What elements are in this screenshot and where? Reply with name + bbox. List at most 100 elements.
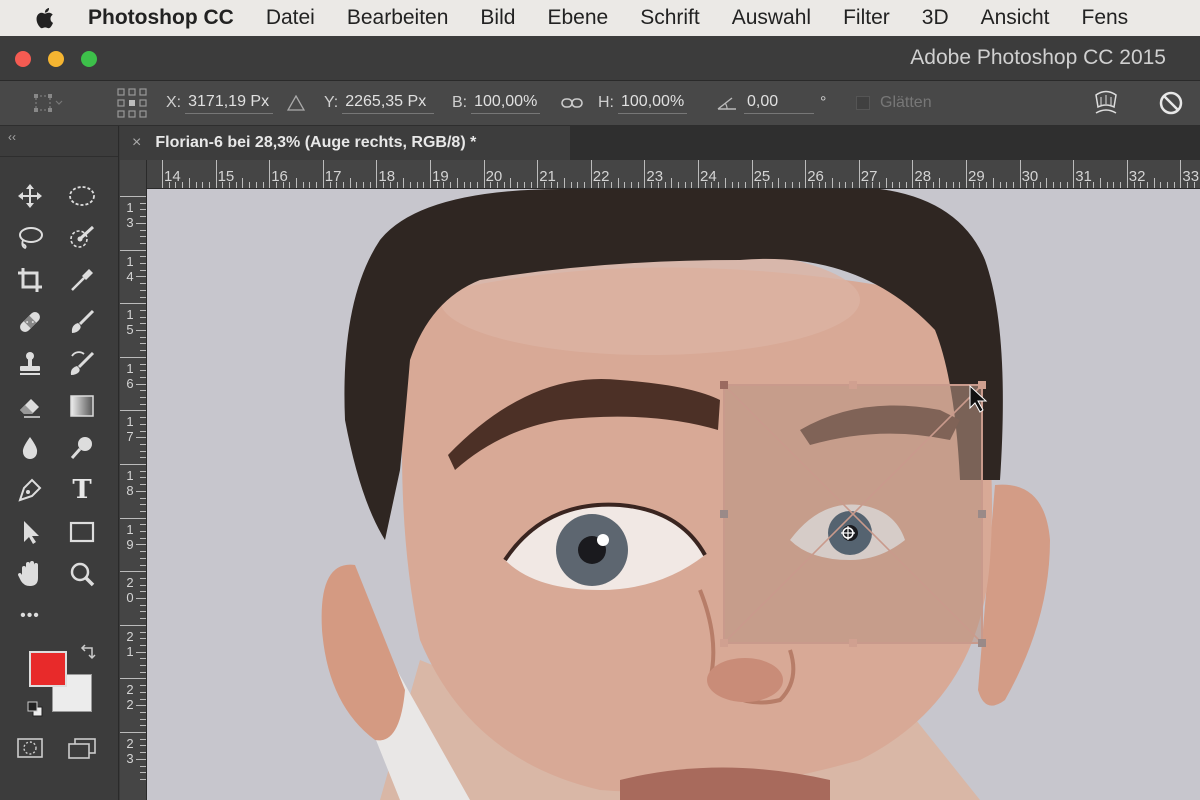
ruler-tick xyxy=(872,182,874,188)
menu-3d[interactable]: 3D xyxy=(922,6,949,30)
hand-icon[interactable] xyxy=(12,556,48,592)
apple-logo-icon[interactable] xyxy=(32,5,58,31)
clone-stamp-icon[interactable] xyxy=(12,346,48,382)
menu-bild[interactable]: Bild xyxy=(480,6,515,30)
height-value[interactable]: 100,00% xyxy=(618,93,688,114)
ruler-tick xyxy=(140,269,146,271)
menu-filter[interactable]: Filter xyxy=(843,6,890,30)
screen-mode-icon[interactable] xyxy=(64,730,100,766)
minimize-window-button[interactable] xyxy=(48,51,64,67)
ellipse-marquee-icon[interactable] xyxy=(64,178,100,214)
ruler-tick xyxy=(838,182,840,188)
crop-icon[interactable] xyxy=(12,262,48,298)
ruler-tick xyxy=(383,182,385,188)
more-tools-icon[interactable]: ••• xyxy=(12,598,48,634)
ruler-tick xyxy=(168,182,170,188)
brush-icon[interactable] xyxy=(64,304,100,340)
eraser-icon[interactable] xyxy=(12,388,48,424)
rectangle-icon[interactable] xyxy=(64,514,100,550)
menu-schrift[interactable]: Schrift xyxy=(640,6,700,30)
ruler-origin[interactable] xyxy=(120,160,147,189)
y-position-field[interactable]: Y: 2265,35 Px xyxy=(324,81,435,125)
tool-preset-picker[interactable] xyxy=(30,81,64,125)
type-icon[interactable]: T xyxy=(64,472,100,508)
menu-photoshop[interactable]: Photoshop CC xyxy=(88,6,234,30)
x-value[interactable]: 3171,19 Px xyxy=(185,93,274,114)
ruler-tick xyxy=(275,182,277,188)
ruler-tick xyxy=(403,178,405,188)
ruler-number: 18 xyxy=(126,468,134,498)
ruler-tick xyxy=(1012,182,1014,188)
x-position-field[interactable]: X: 3171,19 Px xyxy=(166,81,274,125)
foreground-color-swatch[interactable] xyxy=(29,651,67,687)
ruler-tick xyxy=(979,182,981,188)
ruler-tick xyxy=(140,283,146,285)
warp-mode-button[interactable] xyxy=(1092,81,1120,125)
ruler-tick xyxy=(322,160,324,188)
path-selection-icon[interactable] xyxy=(12,514,48,550)
blur-icon[interactable] xyxy=(12,430,48,466)
menu-ebene[interactable]: Ebene xyxy=(547,6,608,30)
smoothing-checkbox-box[interactable] xyxy=(856,96,870,110)
height-field[interactable]: H: 100,00% xyxy=(598,81,688,125)
history-brush-icon[interactable] xyxy=(64,346,100,382)
width-field[interactable]: B: 100,00% xyxy=(452,81,541,125)
zoom-window-button[interactable] xyxy=(81,51,97,67)
ruler-tick xyxy=(136,276,146,278)
ruler-tick xyxy=(136,330,146,331)
horizontal-ruler[interactable]: 14 15 16 17 18 19 20 21 22 23 24 25 26 27 28 29 30 31 32 33 xyxy=(120,160,1200,189)
menu-bearbeiten[interactable]: Bearbeiten xyxy=(347,6,449,30)
width-value[interactable]: 100,00% xyxy=(471,93,541,114)
close-document-icon[interactable]: × xyxy=(132,134,141,152)
healing-brush-icon[interactable] xyxy=(12,304,48,340)
relative-position-toggle[interactable] xyxy=(287,81,305,125)
default-colors-icon[interactable] xyxy=(26,700,44,723)
quick-mask-icon[interactable] xyxy=(12,730,48,766)
menu-ansicht[interactable]: Ansicht xyxy=(981,6,1050,30)
menu-fenster[interactable]: Fens xyxy=(1082,6,1129,30)
ruler-tick xyxy=(329,182,331,188)
link-proportions-button[interactable] xyxy=(561,81,583,125)
dodge-icon[interactable] xyxy=(64,430,100,466)
y-value[interactable]: 2265,35 Px xyxy=(342,93,435,114)
ruler-number: 15 xyxy=(217,168,235,185)
menu-auswahl[interactable]: Auswahl xyxy=(732,6,811,30)
ruler-tick xyxy=(430,160,431,188)
ruler-tick xyxy=(136,490,146,492)
cancel-transform-button[interactable] xyxy=(1158,81,1184,125)
eyedropper-icon[interactable] xyxy=(64,262,100,298)
close-window-button[interactable] xyxy=(15,51,31,67)
ruler-tick xyxy=(140,417,146,419)
smoothing-checkbox[interactable]: Glätten xyxy=(856,81,932,125)
document-tab[interactable]: × Florian-6 bei 28,3% (Auge rechts, RGB/… xyxy=(120,126,570,160)
collapse-panel-icon[interactable]: ‹‹ xyxy=(8,130,16,144)
ruler-tick xyxy=(140,470,146,472)
vertical-ruler[interactable]: 13 14 15 16 17 18 19 20 21 22 23 xyxy=(120,188,147,800)
ruler-tick xyxy=(195,182,197,188)
menu-datei[interactable]: Datei xyxy=(266,6,315,30)
reference-point-icon xyxy=(117,88,147,118)
rotation-value[interactable]: 0,00 xyxy=(744,93,814,114)
ruler-tick xyxy=(140,778,146,780)
reference-point-locator[interactable] xyxy=(116,81,148,125)
move-tool-icon[interactable] xyxy=(12,178,48,214)
document-canvas[interactable] xyxy=(147,189,1200,800)
ruler-number: 17 xyxy=(126,414,134,445)
ruler-tick xyxy=(140,376,146,378)
x-label: X: xyxy=(166,94,182,111)
gradient-icon[interactable] xyxy=(64,388,100,424)
ruler-tick xyxy=(537,160,539,188)
ruler-tick xyxy=(140,397,146,398)
swap-colors-icon[interactable] xyxy=(78,644,96,667)
pen-icon[interactable] xyxy=(12,472,48,508)
ruler-tick xyxy=(684,182,686,188)
ruler-tick xyxy=(959,182,961,188)
rotation-field[interactable]: 0,00 ° xyxy=(716,81,826,125)
ruler-tick xyxy=(1100,178,1101,188)
ruler-tick xyxy=(463,182,465,188)
zoom-icon[interactable] xyxy=(64,556,100,592)
lasso-icon[interactable] xyxy=(12,220,48,256)
ruler-tick xyxy=(744,182,746,188)
quick-selection-icon[interactable] xyxy=(64,220,100,256)
cancel-icon xyxy=(1159,91,1183,115)
